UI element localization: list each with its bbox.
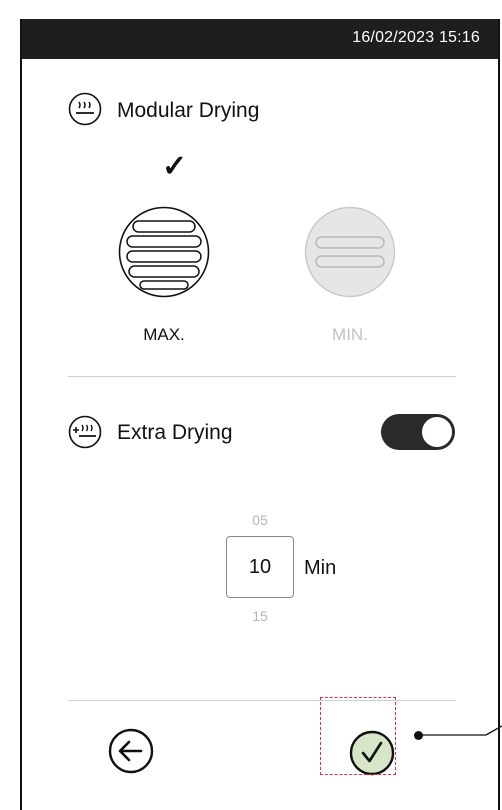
selected-check-icon: ✓ (162, 150, 188, 183)
min-label: MIN. (332, 325, 368, 344)
plus-heat-waves-icon (68, 415, 102, 449)
extra-drying-title: Extra Drying (117, 421, 233, 444)
drying-settings-screen: 16/02/2023 15:16 Modular Drying ✓ MAX. M… (20, 19, 500, 810)
toggle-knob (421, 416, 453, 448)
divider (68, 700, 456, 701)
picker-unit: Min (304, 557, 337, 579)
max-label: MAX. (143, 325, 185, 344)
max-level-option[interactable] (118, 206, 210, 298)
confirm-highlight-box (320, 697, 396, 775)
extra-drying-toggle[interactable] (381, 414, 455, 450)
status-datetime: 16/02/2023 15:16 (352, 29, 480, 46)
divider (68, 376, 456, 377)
picker-next-value[interactable]: 15 (240, 608, 280, 624)
picker-current-value[interactable]: 10 (226, 536, 294, 598)
modular-drying-title: Modular Drying (117, 99, 260, 122)
min-level-option[interactable] (304, 206, 396, 298)
heat-waves-icon (68, 92, 102, 126)
back-arrow-icon[interactable] (108, 728, 154, 774)
status-bar: 16/02/2023 15:16 (22, 19, 498, 59)
picker-previous-value[interactable]: 05 (240, 512, 280, 528)
callout-dot (414, 731, 423, 740)
